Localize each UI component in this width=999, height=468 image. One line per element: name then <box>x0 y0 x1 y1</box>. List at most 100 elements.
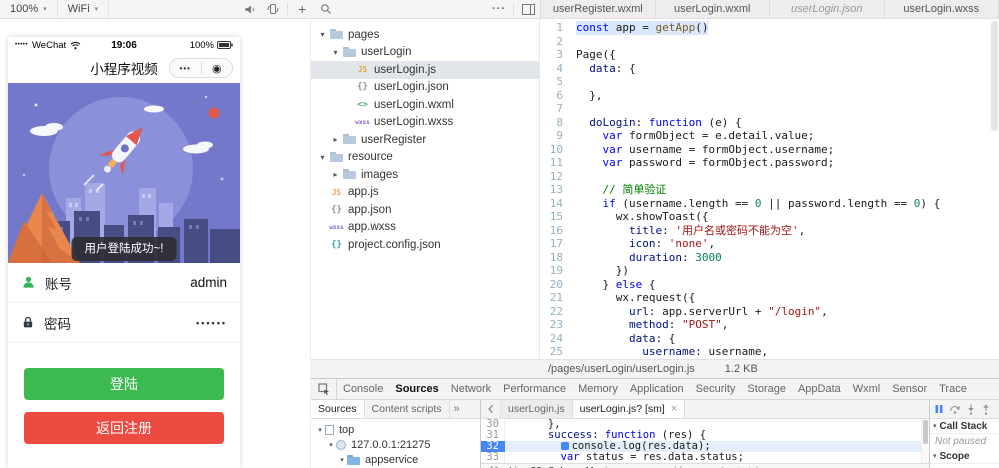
devtools-tab-sources[interactable]: Sources <box>389 379 444 399</box>
search-button[interactable] <box>314 0 338 18</box>
line-number[interactable]: 17 <box>540 237 576 251</box>
scrollbar-thumb[interactable] <box>991 21 998 131</box>
debugger-scrollbar[interactable] <box>921 419 929 463</box>
close-tab-icon[interactable]: × <box>671 403 677 415</box>
navigator-tab-content-scripts[interactable]: Content scripts <box>365 400 450 418</box>
line-number[interactable]: 23 <box>540 318 576 332</box>
file-tree-item-userLogin.json[interactable]: {} userLogin.json <box>311 79 539 97</box>
network-dropdown[interactable]: WiFi ▾ <box>58 0 110 18</box>
file-tree-item-images[interactable]: ▸ images <box>311 166 539 184</box>
editor-scrollbar[interactable] <box>990 19 999 359</box>
file-tree-item-userLogin.wxml[interactable]: <> userLogin.wxml <box>311 96 539 114</box>
line-number[interactable]: 21 <box>540 291 576 305</box>
line-number[interactable]: 2 <box>540 35 576 49</box>
line-number[interactable]: 20 <box>540 278 576 292</box>
file-tree-item-resource[interactable]: ▾ resource <box>311 149 539 167</box>
line-number[interactable]: 8 <box>540 116 576 130</box>
file-tree-item-pages[interactable]: ▾ pages <box>311 26 539 44</box>
chevron-down-icon[interactable]: ▾ <box>330 48 341 57</box>
navigator-tab-sources[interactable]: Sources <box>311 400 365 418</box>
file-tree-item-app.js[interactable]: JS app.js <box>311 184 539 202</box>
chevron-right-icon[interactable]: ▸ <box>330 135 341 144</box>
devtools-tab-wxml[interactable]: Wxml <box>847 379 887 399</box>
line-number[interactable]: 11 <box>540 156 576 170</box>
devtools-tab-application[interactable]: Application <box>624 379 690 399</box>
file-tree-item-userLogin.js[interactable]: JS userLogin.js <box>311 61 539 79</box>
file-tree-item-userLogin.wxss[interactable]: wxss userLogin.wxss <box>311 114 539 132</box>
add-button[interactable]: + <box>290 0 314 18</box>
chevron-right-icon[interactable]: ▸ <box>330 170 341 179</box>
line-number[interactable]: 15 <box>540 210 576 224</box>
chevron-down-icon[interactable]: ▾ <box>337 456 347 464</box>
editor-tab-userLogin.wxml[interactable]: userLogin.wxml <box>655 0 770 18</box>
devtools-tab-performance[interactable]: Performance <box>497 379 572 399</box>
chevron-down-icon[interactable]: ▾ <box>315 426 325 434</box>
capsule-home-button[interactable]: ◉ <box>202 62 233 75</box>
step-out-button[interactable] <box>981 403 991 415</box>
zoom-dropdown[interactable]: 100% ▾ <box>0 0 58 18</box>
call-stack-header[interactable]: ▾ Call Stack <box>930 419 999 434</box>
line-number[interactable]: 1 <box>540 21 576 35</box>
pause-button[interactable] <box>934 404 944 414</box>
editor-tab-userLogin.json[interactable]: userLogin.json <box>770 0 885 18</box>
file-tree-item-userRegister[interactable]: ▸ userRegister <box>311 131 539 149</box>
chevron-down-icon[interactable]: ▾ <box>326 441 336 449</box>
line-number[interactable]: 5 <box>540 75 576 89</box>
capsule-more-button[interactable]: ••• <box>170 64 201 73</box>
devtools-tab-appdata[interactable]: AppData <box>792 379 847 399</box>
more-button[interactable]: ··· <box>487 0 511 18</box>
file-tree-item-app.wxss[interactable]: wxss app.wxss <box>311 219 539 237</box>
line-number[interactable]: 33 <box>481 452 505 463</box>
sound-button[interactable] <box>237 0 261 18</box>
scrollbar-thumb[interactable] <box>923 420 928 444</box>
chevron-down-icon[interactable]: ▾ <box>317 30 328 39</box>
password-field[interactable]: 密码 •••••• <box>8 303 240 343</box>
login-button[interactable]: 登陆 <box>24 368 224 400</box>
line-number[interactable]: 4 <box>540 62 576 76</box>
line-number[interactable]: 13 <box>540 183 576 197</box>
line-number[interactable]: 22 <box>540 305 576 319</box>
line-number[interactable]: 12 <box>540 170 576 184</box>
panel-layout-button[interactable] <box>516 0 540 18</box>
line-number[interactable]: 7 <box>540 102 576 116</box>
register-button[interactable]: 返回注册 <box>24 412 224 444</box>
line-number[interactable]: 9 <box>540 129 576 143</box>
devtools-tab-network[interactable]: Network <box>445 379 497 399</box>
file-tree-item-app.json[interactable]: {} app.json <box>311 201 539 219</box>
devtools-tab-console[interactable]: Console <box>337 379 389 399</box>
debugger-file-tab-userLogin.js[interactable]: userLogin.js <box>501 400 573 418</box>
line-number[interactable]: 10 <box>540 143 576 157</box>
editor-tab-userLogin.wxss[interactable]: userLogin.wxss <box>884 0 999 18</box>
file-tree-item-project.config.json[interactable]: {} project.config.json <box>311 236 539 254</box>
line-number[interactable]: 25 <box>540 345 576 359</box>
step-over-button[interactable] <box>949 404 961 414</box>
devtools-tab-memory[interactable]: Memory <box>572 379 624 399</box>
navigator-item-top[interactable]: ▾ top <box>311 422 480 437</box>
line-number[interactable]: 6 <box>540 89 576 103</box>
editor-tab-userRegister.wxml[interactable]: userRegister.wxml <box>541 0 656 18</box>
line-number[interactable]: 14 <box>540 197 576 211</box>
overflow-menu-button[interactable]: » <box>450 400 464 418</box>
line-number[interactable]: 24 <box>540 332 576 346</box>
file-tree-item-userLogin[interactable]: ▾ userLogin <box>311 44 539 62</box>
toggle-navigator-button[interactable] <box>481 400 501 418</box>
devtools-tab-security[interactable]: Security <box>690 379 742 399</box>
scope-header[interactable]: ▾ Scope <box>930 449 999 464</box>
navigator-item-127.0.0.1:21275[interactable]: ▾ 127.0.0.1:21275 <box>311 437 480 452</box>
line-number[interactable]: 19 <box>540 264 576 278</box>
devtools-tab-sensor[interactable]: Sensor <box>886 379 933 399</box>
account-field[interactable]: 账号 admin <box>8 263 240 303</box>
debugger-code[interactable]: 30 }, 31 success: function (res) {32 cons… <box>481 419 929 463</box>
rotate-device-button[interactable] <box>261 0 285 18</box>
code-editor[interactable]: 1 const app = getApp() 2 3 Page({4 data: {5 6… <box>540 19 999 359</box>
navigator-item-appservice[interactable]: ▾ appservice <box>311 452 480 467</box>
inspect-element-button[interactable] <box>311 379 337 399</box>
line-number[interactable]: 3 <box>540 48 576 62</box>
line-number[interactable]: 18 <box>540 251 576 265</box>
devtools-tab-trace[interactable]: Trace <box>933 379 973 399</box>
line-number[interactable]: 16 <box>540 224 576 238</box>
devtools-tab-storage[interactable]: Storage <box>741 379 792 399</box>
step-into-button[interactable] <box>966 404 976 415</box>
debugger-file-tab-userLogin.js? [sm][interactable]: userLogin.js? [sm] × <box>572 400 686 418</box>
chevron-down-icon[interactable]: ▾ <box>317 153 328 162</box>
